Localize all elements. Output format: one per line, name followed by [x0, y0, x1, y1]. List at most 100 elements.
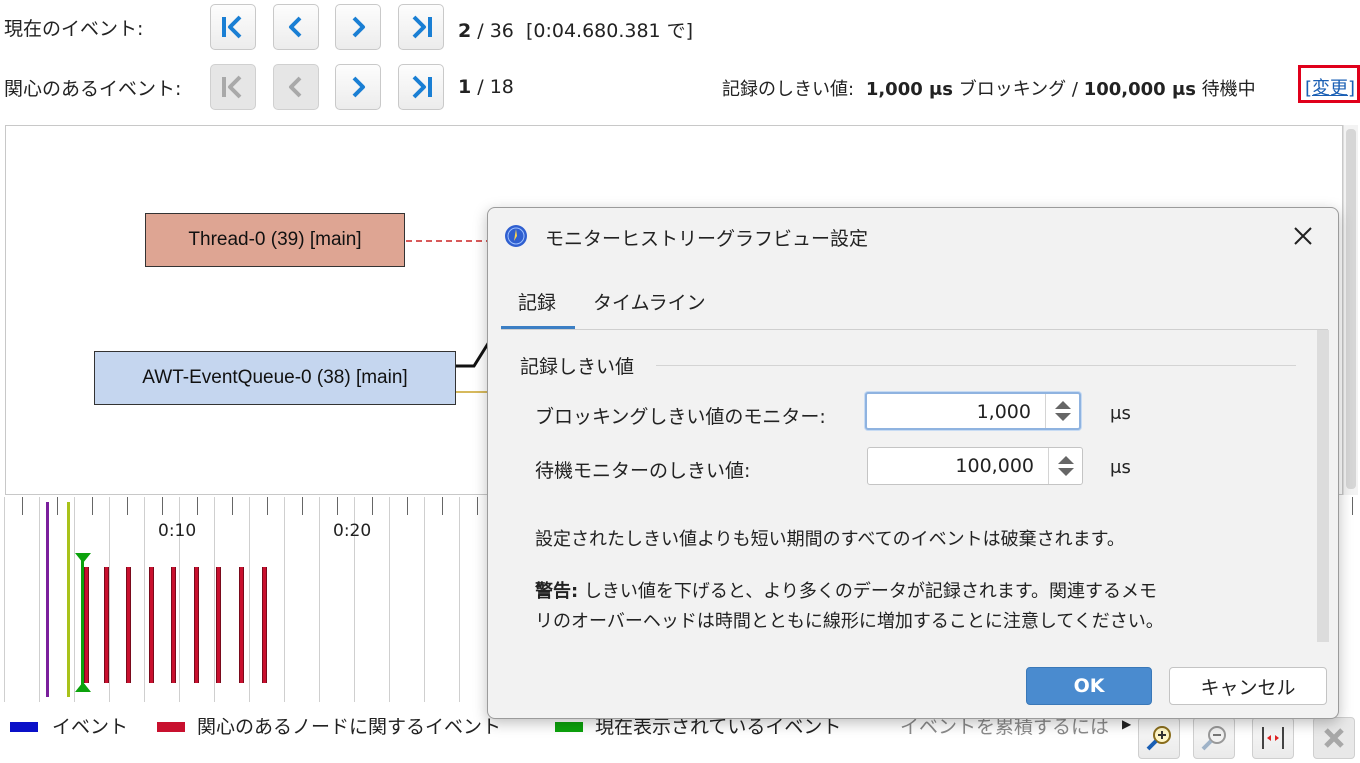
last-interest-event-button[interactable]: [398, 64, 444, 110]
current-event-bottom-arrow: [75, 682, 91, 692]
legend-swatch-interest: [157, 722, 185, 732]
timeline-tick: [301, 497, 303, 515]
legend-label-interest: 関心のあるノードに関するイベント: [197, 716, 502, 738]
previous-interest-event-button[interactable]: [273, 64, 319, 110]
first-interest-event-button[interactable]: [210, 64, 256, 110]
tab-active-indicator: [501, 326, 575, 329]
timeline-tick: [214, 497, 215, 702]
threshold-waiting-text: 待機中: [1201, 79, 1256, 100]
blocking-unit: μs: [1110, 403, 1131, 424]
clear-button[interactable]: [1313, 717, 1355, 759]
zoom-in-button[interactable]: [1138, 717, 1180, 759]
interest-event-index: 1: [458, 76, 472, 98]
waiting-threshold-value[interactable]: 100,000: [955, 455, 1034, 477]
thread-node-thread-0[interactable]: Thread-0 (39) [main]: [145, 213, 405, 267]
threshold-label: 記録のしきい値:: [722, 79, 855, 100]
tab-recording[interactable]: 記録: [518, 288, 556, 315]
current-event-total: / 36: [477, 20, 514, 42]
next-event-button[interactable]: [335, 4, 381, 50]
ok-button[interactable]: OK: [1026, 667, 1152, 705]
timeline-tick: [39, 497, 40, 702]
chevron-right-icon: [352, 76, 365, 98]
legend-swatch-current: [555, 722, 583, 732]
fit-width-icon: [1262, 727, 1284, 749]
waiting-threshold-spinner[interactable]: 100,000: [867, 447, 1083, 485]
skip-last-icon: [412, 75, 432, 99]
timeline-tick: [91, 497, 93, 515]
settings-dialog: モニターヒストリーグラフビュー設定 記録 タイムライン 記録しきい値 ブロッキン…: [487, 207, 1339, 719]
timeline-tick: [231, 497, 233, 515]
warning-bold-label: 警告:: [535, 581, 579, 602]
interest-event-bar[interactable]: [171, 567, 176, 683]
close-icon: [1324, 728, 1344, 748]
legend-label-events: イベント: [52, 716, 129, 738]
section-title: 記録しきい値: [520, 356, 635, 378]
first-event-button[interactable]: [210, 4, 256, 50]
warning-line-1: 警告: しきい値を下げると、より多くのデータが記録されます。関連するメモ: [535, 577, 1157, 603]
interest-event-bar[interactable]: [126, 567, 131, 683]
timeline-tick: [406, 497, 408, 515]
timeline-tick: [74, 497, 75, 702]
cancel-button[interactable]: キャンセル: [1169, 667, 1327, 705]
spinner-arrows[interactable]: [1048, 448, 1082, 484]
timeline-tick: [126, 497, 128, 515]
interest-event-bar[interactable]: [149, 567, 154, 683]
interest-event-bar[interactable]: [262, 567, 267, 683]
app-icon: [505, 225, 527, 247]
timeline-tick: [161, 497, 163, 515]
timeline-label-10: 0:10: [158, 521, 197, 541]
fit-timeline-button[interactable]: [1252, 717, 1294, 759]
spinner-up-down-icon: [1058, 456, 1074, 476]
spinner-arrows[interactable]: [1045, 394, 1079, 428]
timeline-tick: [459, 497, 460, 702]
current-event-top-arrow: [75, 553, 91, 563]
interest-event-bar[interactable]: [239, 567, 244, 683]
threshold-summary: 記録のしきい値: 1,000 μs ブロッキング / 100,000 μs 待機…: [722, 75, 1256, 101]
timeline-tick: [319, 497, 320, 702]
waiting-threshold-label: 待機モニターのしきい値:: [535, 460, 751, 482]
scrollbar-thumb[interactable]: [1346, 129, 1356, 489]
interest-event-bar[interactable]: [216, 567, 221, 683]
close-icon[interactable]: [1291, 224, 1315, 248]
timeline-tick: [389, 497, 390, 702]
timeline-tick: [249, 497, 250, 702]
waiting-unit: μs: [1110, 457, 1131, 478]
chevron-left-icon: [289, 76, 302, 98]
timeline-tick: [441, 497, 443, 515]
previous-event-button[interactable]: [273, 4, 319, 50]
skip-first-icon: [222, 75, 242, 99]
current-event-index: 2: [458, 20, 472, 42]
threshold-blocking-text: ブロッキング /: [958, 79, 1078, 100]
chevron-right-icon: [352, 16, 365, 38]
spinner-up-down-icon: [1055, 401, 1071, 421]
timeline-marker-purple: [46, 502, 49, 697]
timeline-tick: [284, 497, 285, 702]
timeline-tick: [196, 497, 198, 515]
blocking-threshold-label: ブロッキングしきい値のモニター:: [535, 406, 826, 428]
legend-more-arrow-icon[interactable]: ▶: [1122, 717, 1131, 731]
threshold-waiting-value: 100,000 μs: [1083, 79, 1196, 100]
interest-event-bar[interactable]: [104, 567, 109, 683]
last-event-button[interactable]: [398, 4, 444, 50]
timeline-tick: [266, 497, 268, 515]
dialog-scrollbar[interactable]: [1317, 330, 1329, 642]
thread-node-awt-eventqueue[interactable]: AWT-EventQueue-0 (38) [main]: [94, 351, 456, 405]
tab-timeline[interactable]: タイムライン: [593, 288, 706, 315]
interest-event-bar[interactable]: [194, 567, 199, 683]
blocking-threshold-spinner[interactable]: 1,000: [865, 392, 1081, 430]
next-interest-event-button[interactable]: [335, 64, 381, 110]
blocking-threshold-value[interactable]: 1,000: [977, 401, 1031, 423]
graph-vertical-scrollbar[interactable]: [1343, 125, 1358, 495]
zoom-out-button[interactable]: [1193, 717, 1235, 759]
interest-event-bar[interactable]: [84, 567, 89, 683]
skip-first-icon: [222, 15, 242, 39]
timeline-label-20: 0:20: [333, 521, 372, 541]
description-text: 設定されたしきい値よりも短い期間のすべてのイベントは破棄されます。: [535, 529, 1125, 550]
timeline-tick: [476, 497, 478, 515]
change-threshold-link[interactable]: [変更]: [1305, 74, 1355, 100]
timeline-tick: [21, 497, 23, 515]
current-event-time: [0:04.680.381 で]: [525, 20, 694, 42]
node-label: AWT-EventQueue-0 (38) [main]: [142, 367, 408, 388]
skip-last-icon: [412, 15, 432, 39]
warning-text-1: しきい値を下げると、より多くのデータが記録されます。関連するメモ: [583, 581, 1158, 602]
